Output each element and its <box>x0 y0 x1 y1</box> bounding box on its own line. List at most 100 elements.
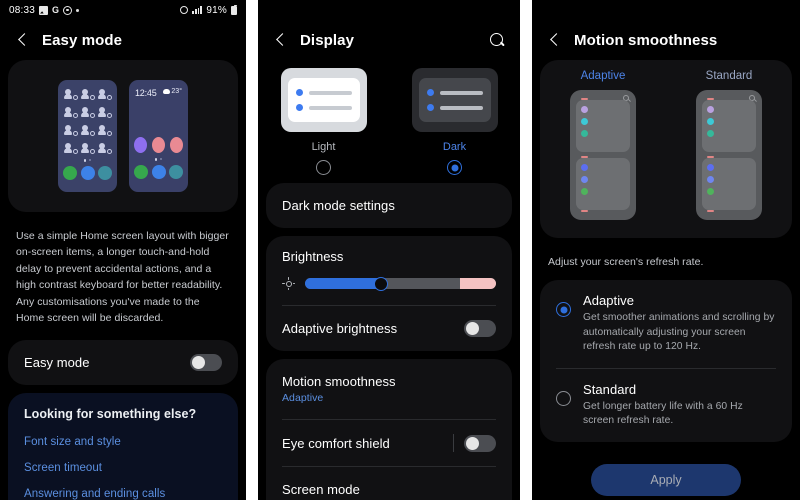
dark-mode-settings-label: Dark mode settings <box>282 198 395 213</box>
brightness-knob[interactable] <box>374 276 389 291</box>
easy-mode-toggle-card: Easy mode <box>8 340 238 386</box>
adaptive-brightness-toggle[interactable] <box>464 320 496 337</box>
dark-theme-radio[interactable] <box>447 160 462 175</box>
preview-app-icon <box>63 141 78 154</box>
status-time: 08:33 <box>9 4 36 16</box>
app-bar-motion-smoothness: Motion smoothness <box>532 20 800 60</box>
apply-button-wrap: Apply <box>532 450 800 496</box>
screen-mode-label: Screen mode <box>282 482 360 497</box>
status-bar-display <box>258 0 520 20</box>
dark-theme-label: Dark <box>442 141 467 153</box>
link-answering-and-ending-calls[interactable]: Answering and ending calls <box>8 481 238 500</box>
preview-app-icon <box>63 105 78 118</box>
motion-smoothness-value: Adaptive <box>282 392 324 404</box>
page-title: Display <box>300 31 355 49</box>
light-theme-radio[interactable] <box>316 160 331 175</box>
link-screen-timeout[interactable]: Screen timeout <box>8 455 238 481</box>
brightness-warm-zone <box>459 278 496 289</box>
apply-button[interactable]: Apply <box>591 463 741 496</box>
light-theme-label: Light <box>311 141 336 153</box>
standard-radio[interactable] <box>556 390 571 406</box>
signal-icon <box>192 6 202 14</box>
screenshot-stage: 08:33 G 91% Easy mode 12:45 23° Use a si… <box>0 0 800 500</box>
brightness-label: Brightness <box>282 249 344 264</box>
preview-phone-standard <box>696 90 762 220</box>
standard-option-title: Standard <box>583 381 637 397</box>
photo-icon <box>39 5 49 15</box>
option-standard[interactable]: Standard Get longer battery life with a … <box>540 369 792 442</box>
battery-percent: 91% <box>206 4 227 16</box>
preview-app-icon <box>97 105 112 118</box>
easy-mode-row[interactable]: Easy mode <box>8 340 238 385</box>
motion-smoothness-label: Motion smoothness <box>282 374 396 389</box>
divider <box>453 434 454 452</box>
dot-icon <box>76 8 80 12</box>
adaptive-radio[interactable] <box>556 302 571 317</box>
preview-page-dots <box>63 159 112 162</box>
panel-easy-mode: 08:33 G 91% Easy mode 12:45 23° Use a si… <box>0 0 246 500</box>
back-icon[interactable] <box>546 31 564 49</box>
light-theme-thumbnail <box>280 68 367 132</box>
search-icon[interactable] <box>489 32 506 49</box>
theme-selector: Light Dark <box>258 60 520 183</box>
preview-app-icon <box>80 123 95 136</box>
brightness-slider-row <box>282 276 496 291</box>
theme-option-light[interactable]: Light <box>274 68 374 175</box>
preview-app-icon <box>63 123 78 136</box>
dark-mode-settings-row[interactable]: Dark mode settings <box>266 183 512 228</box>
brightness-slider[interactable] <box>305 276 496 291</box>
preview-adaptive-label: Adaptive <box>580 70 626 82</box>
app-bar-easy-mode: Easy mode <box>0 20 246 60</box>
preview-app-icon <box>97 87 112 100</box>
refresh-rate-hint: Adjust your screen's refresh rate. <box>548 256 704 268</box>
preview-weather: 23° <box>163 88 182 95</box>
option-adaptive[interactable]: Adaptive Get smoother animations and scr… <box>540 280 792 368</box>
adaptive-brightness-row[interactable]: Adaptive brightness <box>266 306 512 351</box>
brightness-section: Brightness <box>266 236 512 305</box>
preview-dock <box>63 165 112 180</box>
dark-theme-thumbnail <box>411 68 498 132</box>
panel-display: Display Light Dark Dark mode settings Br… <box>258 0 520 500</box>
preview-temperature: 23° <box>171 88 182 95</box>
status-bar: 08:33 G 91% <box>0 0 246 20</box>
easy-mode-preview-card: 12:45 23° <box>8 60 238 212</box>
preview-card-bottom <box>702 156 756 212</box>
screen-mode-row[interactable]: Screen mode Vivid <box>266 467 512 500</box>
google-g-icon: G <box>52 4 60 15</box>
adaptive-option-description: Get smoother animations and scrolling by… <box>583 312 775 352</box>
alarm-icon <box>180 6 189 14</box>
looking-for-something-else-card: Looking for something else? Font size an… <box>8 393 238 500</box>
motion-smoothness-row[interactable]: Motion smoothness Adaptive <box>266 359 512 419</box>
preview-page-dots <box>134 158 183 161</box>
dark-mode-settings-card[interactable]: Dark mode settings <box>266 183 512 228</box>
preview-app-icon <box>63 87 78 100</box>
preview-app-icon <box>80 141 95 154</box>
panel-gap-1 <box>246 0 258 500</box>
links-section-title: Looking for something else? <box>24 407 197 422</box>
brightness-card: Brightness Adaptive brightness <box>266 236 512 351</box>
link-font-size-and-style[interactable]: Font size and style <box>8 429 238 455</box>
preview-card-top <box>576 98 630 152</box>
preview-phone-standard <box>58 80 117 192</box>
status-bar-left: 08:33 G <box>9 4 80 16</box>
page-title: Motion smoothness <box>574 31 718 49</box>
preview-app-icon <box>80 105 95 118</box>
theme-option-dark[interactable]: Dark <box>405 68 505 175</box>
adaptive-brightness-label: Adaptive brightness <box>282 321 398 336</box>
easy-mode-toggle[interactable] <box>190 354 222 372</box>
easy-mode-description: Use a simple Home screen layout with big… <box>16 230 229 325</box>
back-icon[interactable] <box>272 31 290 49</box>
page-title: Easy mode <box>42 31 123 49</box>
panel-motion-smoothness: Motion smoothness Adaptive Standard Adju… <box>532 0 800 500</box>
eye-comfort-shield-row[interactable]: Eye comfort shield <box>266 420 512 466</box>
back-icon[interactable] <box>14 31 32 49</box>
eye-comfort-shield-toggle[interactable] <box>464 434 496 452</box>
brightness-icon <box>282 277 295 290</box>
adaptive-option-title: Adaptive <box>583 293 634 308</box>
preview-big-icons <box>134 137 183 153</box>
preview-card-top <box>702 98 756 152</box>
app-bar-display: Display <box>258 20 520 60</box>
preview-option-adaptive: Adaptive <box>548 70 658 238</box>
preview-app-grid <box>63 87 112 154</box>
preview-dock <box>134 164 183 179</box>
